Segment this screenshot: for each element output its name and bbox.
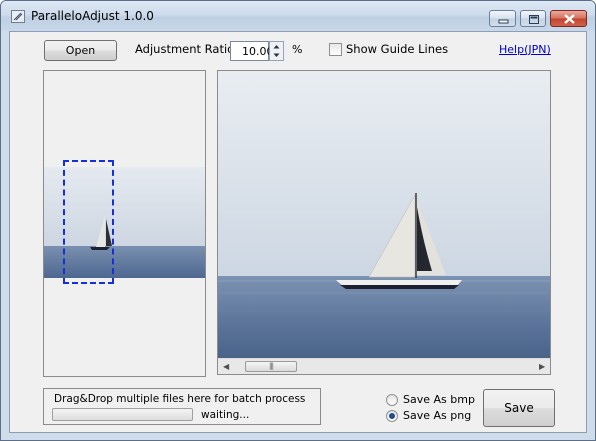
scrollbar-thumb[interactable]: ||| [245,361,297,372]
minimize-icon [498,19,509,24]
save-as-bmp-radio[interactable] [386,394,398,406]
save-as-bmp-label[interactable]: Save As bmp [403,393,475,406]
open-button[interactable]: Open [44,40,117,61]
title-bar[interactable]: ParalleloAdjust 1.0.0 [1,1,595,31]
close-button[interactable] [550,10,587,27]
scroll-left-icon[interactable]: ◀ [223,362,229,371]
help-link[interactable]: Help(JPN) [499,43,551,56]
show-guide-lines-checkbox[interactable] [329,43,342,56]
spin-up-icon[interactable] [270,42,283,51]
batch-status: waiting... [201,409,250,421]
maximize-button[interactable] [520,10,546,27]
batch-drop-text: Drag&Drop multiple files here for batch … [54,393,306,405]
close-icon [564,14,575,24]
scroll-right-icon[interactable]: ▶ [539,362,545,371]
preview-image [218,71,550,358]
percent-label: % [292,43,303,56]
spin-down-icon[interactable] [270,51,283,60]
minimize-button[interactable] [489,10,516,27]
batch-progress-bar [52,408,193,421]
window-title: ParalleloAdjust 1.0.0 [31,9,154,23]
main-panel: Open Adjustment Ratio 10.00 % Show Guide… [9,31,587,433]
show-guide-lines-label[interactable]: Show Guide Lines [346,42,448,56]
save-button[interactable]: Save [483,389,555,427]
horizontal-scrollbar[interactable]: ◀ ||| ▶ [218,358,550,374]
save-as-png-radio[interactable] [386,410,398,422]
maximize-icon [529,15,539,24]
app-icon [11,10,25,23]
ratio-spinner[interactable] [269,41,284,61]
adjustment-ratio-input[interactable]: 10.00 [230,41,274,61]
batch-drop-zone[interactable]: Drag&Drop multiple files here for batch … [43,388,321,425]
guide-rectangle[interactable] [63,160,114,284]
save-as-png-label[interactable]: Save As png [403,409,471,422]
adjustment-ratio-label: Adjustment Ratio [135,42,235,56]
app-window: ParalleloAdjust 1.0.0 Open Adjustment Ra… [0,0,596,441]
preview-panel: ◀ ||| ▶ [217,70,551,375]
source-image-panel[interactable] [43,70,206,377]
